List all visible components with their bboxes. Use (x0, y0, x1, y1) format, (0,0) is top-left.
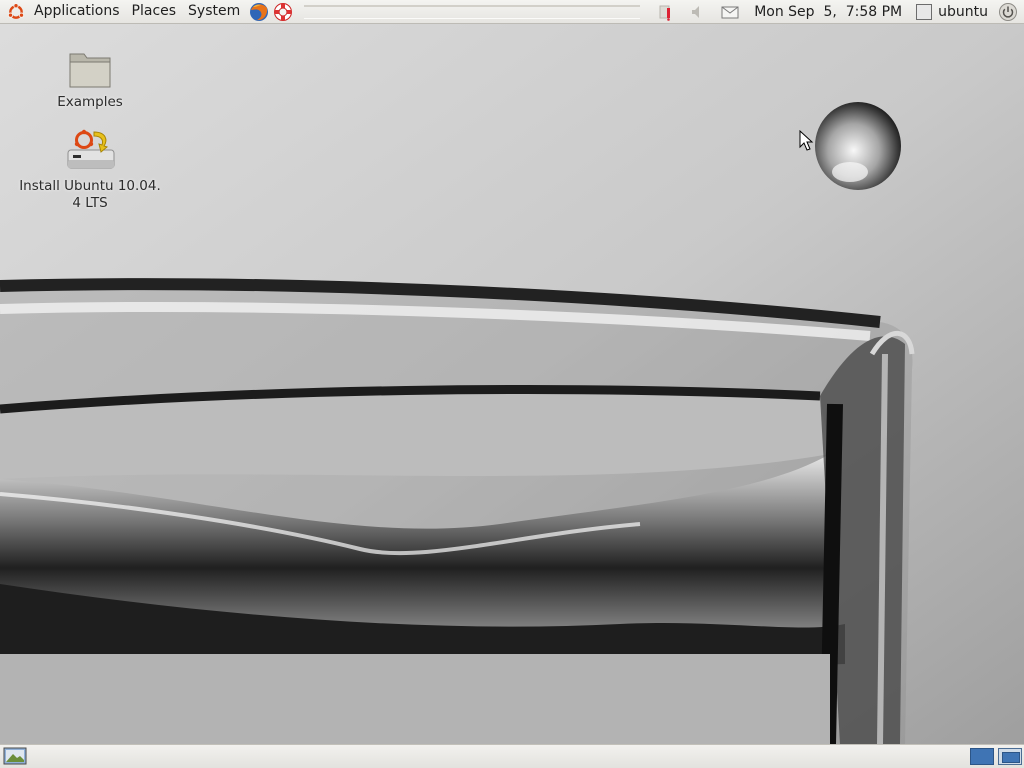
show-desktop-icon[interactable] (3, 747, 27, 765)
menu-applications[interactable]: Applications (28, 0, 126, 24)
install-ubuntu-icon (67, 129, 115, 169)
workspace-window-thumb (1002, 752, 1020, 763)
desktop-icon-label: Install Ubuntu 10.04. 4 LTS (19, 178, 161, 211)
desktop-screen: Applications Places System Mon Sep 5, 7:… (0, 0, 1024, 768)
folder-icon (69, 53, 111, 88)
desktop-icon-examples[interactable]: Examples (15, 50, 165, 111)
ubuntu-logo-icon[interactable] (7, 2, 25, 21)
top-panel: Applications Places System Mon Sep 5, 7:… (0, 0, 1024, 24)
update-notifier-icon[interactable] (656, 2, 676, 22)
workspace-2[interactable] (998, 748, 1022, 765)
bottom-panel (0, 744, 1024, 768)
desktop-icon-install-ubuntu[interactable]: Install Ubuntu 10.04. 4 LTS (15, 128, 165, 212)
menu-places[interactable]: Places (126, 0, 183, 24)
firefox-icon[interactable] (248, 1, 270, 23)
panel-window-area (304, 4, 641, 19)
user-switcher[interactable]: ubuntu (910, 3, 994, 20)
help-lifebuoy-icon[interactable] (272, 1, 294, 23)
user-status-icon (916, 3, 933, 20)
clock[interactable]: Mon Sep 5, 7:58 PM (746, 4, 910, 20)
mail-icon[interactable] (720, 2, 740, 22)
power-icon[interactable] (998, 2, 1018, 22)
menu-system[interactable]: System (182, 0, 246, 24)
desktop-icon-label: Examples (57, 94, 123, 110)
user-name: ubuntu (938, 3, 988, 20)
mouse-cursor-icon (799, 130, 814, 151)
workspace-1[interactable] (970, 748, 994, 765)
volume-icon[interactable] (688, 2, 708, 22)
